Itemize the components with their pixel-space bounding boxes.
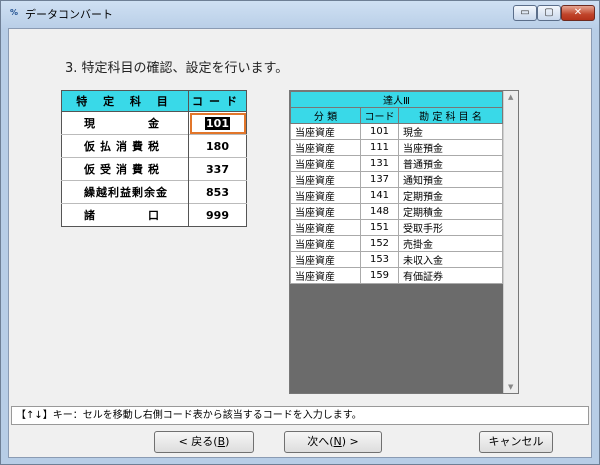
account-cell: 普通預金 <box>398 155 503 172</box>
header-code: コード <box>188 90 247 112</box>
table-row[interactable]: 当座資産 131 普通預金 <box>290 155 503 172</box>
next-accelerator: N <box>333 435 342 448</box>
code-cell: 159 <box>360 267 399 284</box>
category-cell: 当座資産 <box>290 187 361 204</box>
window-title: データコンバート <box>25 8 113 21</box>
next-button[interactable]: 次へ(N) > <box>284 431 382 453</box>
scroll-down-icon[interactable]: ▼ <box>508 383 513 391</box>
code-reference-panel: 達人Ⅲ 分 類 コード 勘 定 科 目 名 当座資産 101 現金 当座資産 111 当… <box>289 90 519 394</box>
account-name: 仮払消費税 <box>61 134 190 158</box>
code-cell[interactable]: 337 <box>188 157 247 181</box>
code-cell[interactable]: 180 <box>188 134 247 158</box>
cancel-button[interactable]: キャンセル <box>479 431 553 453</box>
reference-title: 達人Ⅲ <box>290 91 503 108</box>
account-cell: 売掛金 <box>398 235 503 252</box>
account-name: 諸 口 <box>61 203 190 227</box>
table-row[interactable]: 当座資産 141 定期預金 <box>290 187 503 204</box>
code-cell: 101 <box>360 123 399 140</box>
category-cell: 当座資産 <box>290 267 361 284</box>
dialog-body: 3. 特定科目の確認、設定を行います。 特 定 科 目 コード 現 金 101 … <box>8 28 592 458</box>
back-label-end: ) <box>225 435 230 448</box>
account-cell: 通知預金 <box>398 171 503 188</box>
table-row[interactable]: 当座資産 151 受取手形 <box>290 219 503 236</box>
back-accelerator: B <box>217 435 226 448</box>
account-cell: 未収入金 <box>398 251 503 268</box>
status-bar: 【↑↓】キー：セルを移動し右側コード表から該当するコードを入力します。 <box>11 406 589 425</box>
code-cell-selected[interactable]: 101 <box>188 111 247 135</box>
table-row[interactable]: 諸 口 999 <box>61 203 247 227</box>
next-label: 次へ( <box>307 435 334 448</box>
header-code: コード <box>360 107 399 124</box>
category-cell: 当座資産 <box>290 219 361 236</box>
header-account-name: 勘 定 科 目 名 <box>398 107 503 124</box>
header-category: 分 類 <box>290 107 361 124</box>
maximize-button[interactable]: ▢ <box>537 5 561 21</box>
code-cell: 111 <box>360 139 399 156</box>
account-cell: 定期積金 <box>398 203 503 220</box>
special-accounts-table: 特 定 科 目 コード 現 金 101 仮払消費税 180 仮受消費税 337 … <box>60 90 247 227</box>
code-cell[interactable]: 853 <box>188 180 247 204</box>
app-window: % データコンバート ▭ ▢ ✕ 3. 特定科目の確認、設定を行います。 特 定… <box>0 0 600 465</box>
code-cell: 148 <box>360 203 399 220</box>
back-label: < 戻る( <box>178 435 218 448</box>
account-cell: 当座預金 <box>398 139 503 156</box>
app-icon: % <box>9 8 18 17</box>
next-label-end: ) > <box>341 435 359 448</box>
code-cell: 153 <box>360 251 399 268</box>
table-row[interactable]: 当座資産 153 未収入金 <box>290 251 503 268</box>
category-cell: 当座資産 <box>290 123 361 140</box>
table-row[interactable]: 仮払消費税 180 <box>61 134 247 158</box>
category-cell: 当座資産 <box>290 235 361 252</box>
vertical-scrollbar[interactable]: ▲ ▼ <box>503 91 518 393</box>
table-row[interactable]: 当座資産 159 有価証券 <box>290 267 503 284</box>
code-cell[interactable]: 999 <box>188 203 247 227</box>
table-row[interactable]: 現 金 101 <box>61 111 247 135</box>
table-row[interactable]: 繰越利益剰余金 853 <box>61 180 247 204</box>
table-row[interactable]: 当座資産 111 当座預金 <box>290 139 503 156</box>
title-bar: % データコンバート ▭ ▢ ✕ <box>1 1 599 27</box>
table-row[interactable]: 当座資産 152 売掛金 <box>290 235 503 252</box>
category-cell: 当座資産 <box>290 251 361 268</box>
code-value: 101 <box>205 116 230 130</box>
header-account: 特 定 科 目 <box>60 90 190 112</box>
code-cell: 137 <box>360 171 399 188</box>
table-row[interactable]: 当座資産 101 現金 <box>290 123 503 140</box>
code-cell: 152 <box>360 235 399 252</box>
account-name: 仮受消費税 <box>61 157 190 181</box>
category-cell: 当座資産 <box>290 203 361 220</box>
table-row[interactable]: 当座資産 148 定期積金 <box>290 203 503 220</box>
account-name: 現 金 <box>61 111 190 135</box>
close-button[interactable]: ✕ <box>561 5 595 21</box>
account-cell: 有価証券 <box>398 267 503 284</box>
account-cell: 現金 <box>398 123 503 140</box>
code-cell: 131 <box>360 155 399 172</box>
account-cell: 定期預金 <box>398 187 503 204</box>
category-cell: 当座資産 <box>290 171 361 188</box>
scroll-up-icon[interactable]: ▲ <box>508 93 513 101</box>
code-cell: 151 <box>360 219 399 236</box>
step-heading: 3. 特定科目の確認、設定を行います。 <box>65 61 289 76</box>
back-button[interactable]: < 戻る(B) <box>154 431 254 453</box>
table-row[interactable]: 仮受消費税 337 <box>61 157 247 181</box>
table-row[interactable]: 当座資産 137 通知預金 <box>290 171 503 188</box>
category-cell: 当座資産 <box>290 155 361 172</box>
minimize-button[interactable]: ▭ <box>513 5 537 21</box>
code-cell: 141 <box>360 187 399 204</box>
category-cell: 当座資産 <box>290 139 361 156</box>
account-cell: 受取手形 <box>398 219 503 236</box>
code-reference-table: 達人Ⅲ 分 類 コード 勘 定 科 目 名 当座資産 101 現金 当座資産 111 当… <box>290 91 503 284</box>
account-name: 繰越利益剰余金 <box>61 180 190 204</box>
